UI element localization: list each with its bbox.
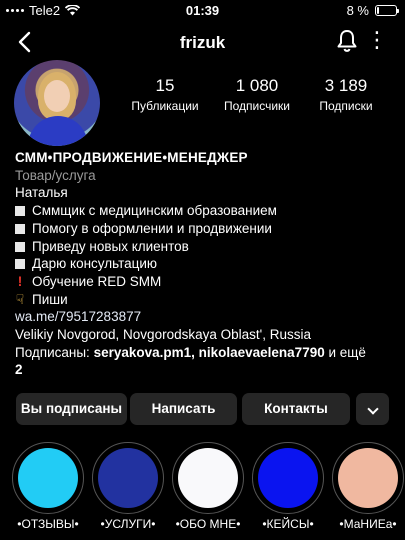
exclamation-icon: ! [17,273,23,289]
avatar-face [44,80,70,112]
bio-item: Приведу новых клиентов [15,238,400,256]
square-bullet-icon [15,223,25,234]
profile-stats: 15 Публикации 1 080 Подписчики 3 189 Под… [131,76,397,116]
highlight-cover [18,448,78,508]
highlight-item[interactable]: •МаНИЕа• [332,442,404,531]
stat-posts[interactable]: 15 Публикации [122,76,208,113]
stat-following-label: Подписки [319,99,373,113]
followed-by-prefix: Подписаны: [15,344,94,360]
highlight-name: •МаНИЕа• [339,517,397,531]
stat-followers[interactable]: 1 080 Подписчики [210,76,304,113]
bio-item-text: Помогу в оформлении и продвижении [32,220,272,236]
bio-item: Дарю консультацию [15,255,400,273]
highlight-cover [98,448,158,508]
bio-write-text: Пиши [32,291,68,307]
followed-by-names: seryakova.pm1, nikolaevaelena7790 [93,344,325,360]
highlight-item[interactable]: •УСЛУГИ• [92,442,164,531]
stat-followers-label: Подписчики [223,99,290,113]
bio-item: Сммщик с медицинским образованием [15,202,400,220]
followed-by[interactable]: Подписаны: seryakova.pm1, nikolaevaelena… [15,344,400,362]
avatar[interactable] [14,60,100,146]
stat-posts-value: 15 [155,76,175,95]
contacts-button[interactable]: Контакты [242,393,350,425]
profile-bio: СММ•ПРОДВИЖЕНИЕ•МЕНЕДЖЕР Товар/услуга На… [15,149,400,379]
stat-posts-label: Публикации [131,99,199,113]
square-bullet-icon [15,241,25,252]
highlight-item[interactable]: •КЕЙСЫ• [252,442,324,531]
bio-name: Наталья [15,185,68,201]
battery-icon [375,5,399,16]
bio-link[interactable]: wa.me/79517283877 [15,308,400,326]
bio-write: ☟ Пиши [15,291,400,309]
square-bullet-icon [15,259,25,270]
avatar-shirt [28,116,88,146]
followed-by-count[interactable]: 2 [15,361,400,379]
highlight-ring [252,442,324,514]
highlight-item[interactable]: •ОБО МНЕ• [172,442,244,531]
highlight-cover [178,448,238,508]
bio-item-text: Дарю консультацию [32,256,158,272]
bio-item-text: Сммщик с медицинским образованием [32,203,277,219]
highlight-item[interactable]: •ОТЗЫВЫ• [12,442,84,531]
battery-percent: 8 % [346,3,369,18]
square-bullet-icon [15,206,25,217]
subscribed-button[interactable]: Вы подписаны [16,393,127,425]
stat-followers-value: 1 080 [235,76,279,95]
bell-icon[interactable] [335,28,359,54]
highlight-ring [172,442,244,514]
highlight-cover [338,448,398,508]
stat-following[interactable]: 3 189 Подписки [296,76,396,113]
clock: 01:39 [185,3,220,18]
bio-training: ! Обучение RED SMM [15,273,400,291]
message-button[interactable]: Написать [130,393,237,425]
highlight-name: •ОТЗЫВЫ• [17,517,79,531]
bio-category: Товар/услуга [15,167,96,183]
followed-by-suffix: и ещё [324,344,366,360]
pointing-down-hand-icon: ☟ [15,291,25,307]
highlight-name: •КЕЙСЫ• [262,517,314,531]
highlight-ring [332,442,404,514]
bio-item: Помогу в оформлении и продвижении [15,220,400,238]
highlight-ring [92,442,164,514]
bio-location: Velikiy Novgorod, Novgorodskaya Oblast',… [15,327,311,343]
status-bar: Tele2 01:39 8 % [0,0,405,22]
bio-title: СММ•ПРОДВИЖЕНИЕ•МЕНЕДЖЕР [15,150,248,165]
highlight-cover [258,448,318,508]
highlight-name: •УСЛУГИ• [100,517,156,531]
more-icon[interactable]: ⋮ [365,28,389,54]
highlight-ring [12,442,84,514]
status-right: 8 % [346,3,399,18]
bio-item-text: Приведу новых клиентов [32,238,189,254]
highlight-name: •ОБО МНЕ• [175,517,241,531]
chevron-down-icon [366,403,379,415]
nav-bar: frizuk ⋮ [0,26,405,58]
stat-following-value: 3 189 [324,76,368,95]
battery-fill [377,7,379,14]
bio-training-text: Обучение RED SMM [32,273,162,289]
suggested-accounts-button[interactable] [356,393,389,425]
